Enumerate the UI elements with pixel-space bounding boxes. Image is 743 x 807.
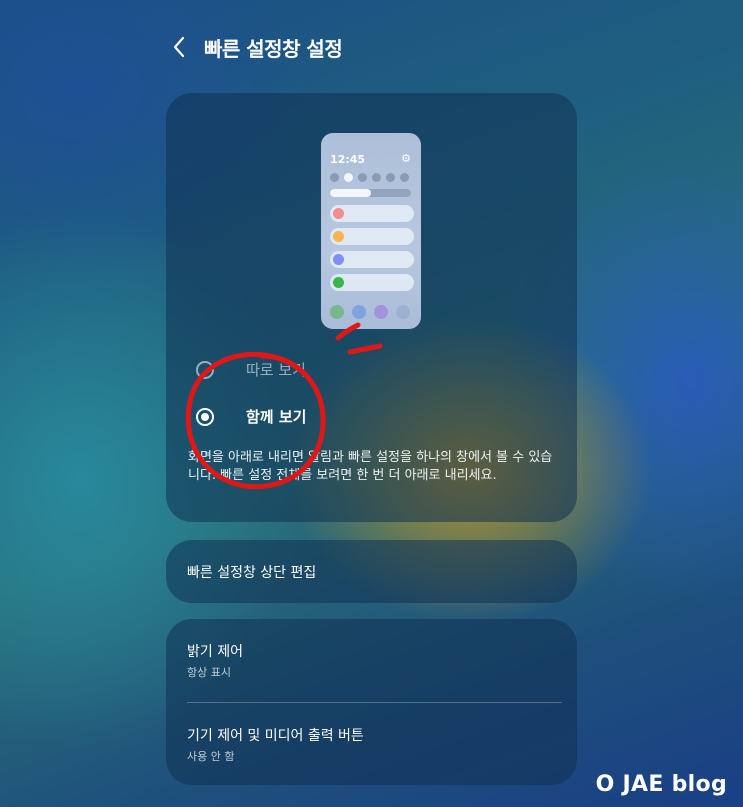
preview-toggle xyxy=(330,173,339,182)
radio-separate[interactable] xyxy=(196,360,214,379)
preview-quick-toggles xyxy=(330,173,409,182)
preview-toggle xyxy=(386,173,395,182)
brightness-control-title: 밝기 제어 xyxy=(187,644,243,660)
device-media-row[interactable]: 기기 제어 및 미디어 출력 버튼 사용 안 함 xyxy=(187,725,364,764)
back-chevron-icon[interactable] xyxy=(172,32,194,62)
device-media-title: 기기 제어 및 미디어 출력 버튼 xyxy=(187,728,364,744)
brightness-control-row[interactable]: 밝기 제어 항상 표시 xyxy=(187,641,243,680)
preview-notification xyxy=(330,251,414,268)
header: 빠른 설정창 설정 xyxy=(172,30,343,64)
dock-app xyxy=(330,305,344,319)
preview-brightness-bar xyxy=(330,189,411,197)
preview-time: 12:45 xyxy=(330,153,366,166)
option-separate-label: 따로 보기 xyxy=(246,361,306,379)
option-together[interactable]: 함께 보기 xyxy=(196,406,306,427)
dock-app xyxy=(374,305,388,319)
preview-toggle xyxy=(344,173,353,182)
dock-app xyxy=(396,305,410,319)
notification-dot xyxy=(333,254,344,265)
option-together-label: 함께 보기 xyxy=(246,408,307,426)
preview-notification xyxy=(330,228,414,245)
radio-together[interactable] xyxy=(196,407,214,426)
quick-panel-preview: 12:45 ⚙ xyxy=(321,133,421,329)
watermark: O JAE blog xyxy=(595,772,727,797)
device-media-subtitle: 사용 안 함 xyxy=(187,750,235,763)
edit-top-row[interactable]: 빠른 설정창 상단 편집 xyxy=(166,540,577,603)
preview-toggle xyxy=(358,173,367,182)
settings-list: 밝기 제어 항상 표시 기기 제어 및 미디어 출력 버튼 사용 안 함 xyxy=(166,619,577,785)
notification-dot xyxy=(333,231,344,242)
option-separate[interactable]: 따로 보기 xyxy=(196,359,306,380)
list-divider xyxy=(187,702,562,703)
preview-gear-icon: ⚙ xyxy=(401,152,411,165)
page-title: 빠른 설정창 설정 xyxy=(204,36,343,61)
preview-toggle xyxy=(400,173,409,182)
dock-app xyxy=(352,305,366,319)
edit-top-label: 빠른 설정창 상단 편집 xyxy=(187,565,317,581)
brightness-control-subtitle: 항상 표시 xyxy=(187,666,231,679)
preview-toggle xyxy=(372,173,381,182)
notification-dot xyxy=(333,208,344,219)
preview-notification xyxy=(330,274,414,291)
preview-dock xyxy=(330,305,410,319)
preview-notification xyxy=(330,205,414,222)
notification-dot xyxy=(333,277,344,288)
option-description: 화면을 아래로 내리면 알림과 빠른 설정을 하나의 창에서 볼 수 있습니다.… xyxy=(188,450,553,483)
preview-brightness-fill xyxy=(330,189,371,197)
view-mode-card: 12:45 ⚙ 따로 보기 함께 보기 화면을 아래로 내리면 알림과 빠른 설… xyxy=(166,93,577,522)
